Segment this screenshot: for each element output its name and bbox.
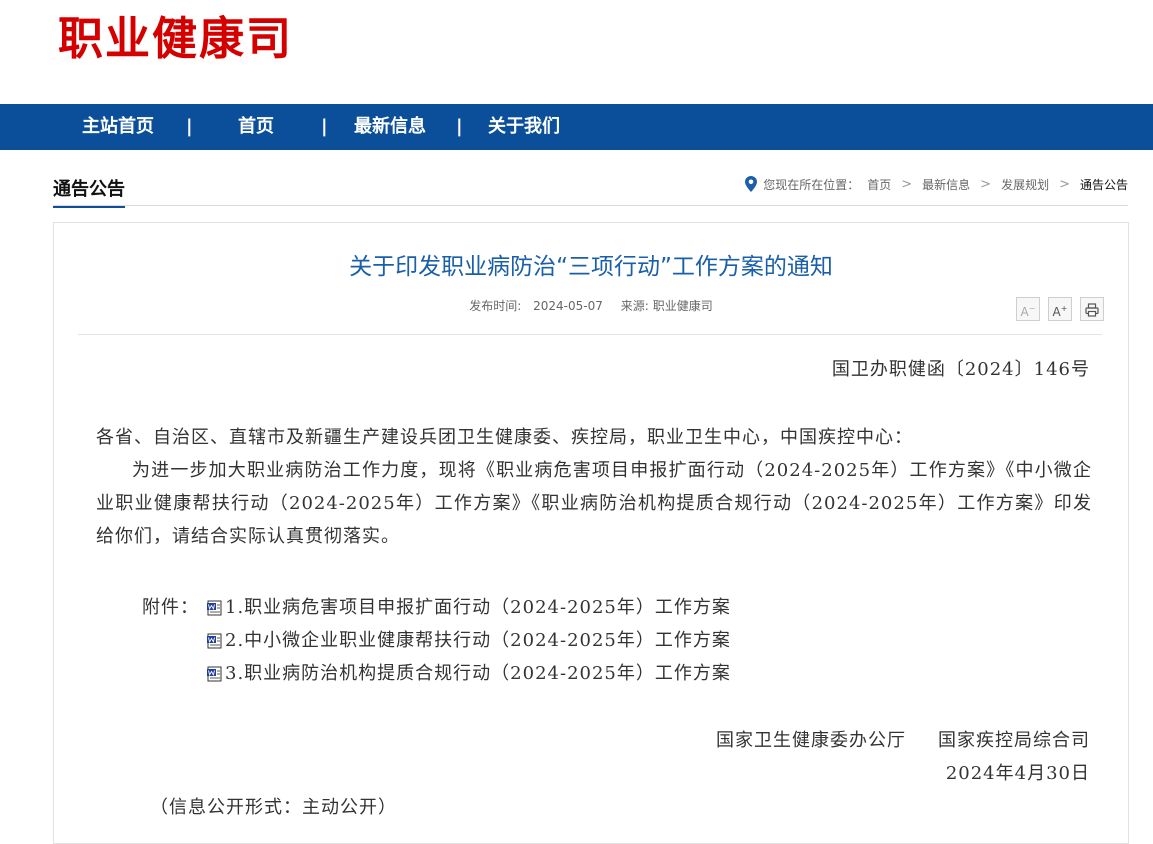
attachment-label: 2.中小微企业职业健康帮扶行动（2024-2025年）工作方案 xyxy=(225,630,731,651)
breadcrumb-item-home[interactable]: 首页 xyxy=(867,176,891,193)
publish-date: 2024-05-07 xyxy=(533,299,603,313)
disclosure-note: （信息公开形式：主动公开） xyxy=(150,797,397,818)
word-document-icon xyxy=(207,633,222,649)
signer-2: 国家疾控局综合司 xyxy=(938,730,1090,751)
nav-item-about[interactable]: 关于我们 xyxy=(488,104,560,150)
printer-icon xyxy=(1085,302,1099,317)
chevron-right-icon: > xyxy=(1059,176,1070,192)
breadcrumb: 您现在所在位置： 首页 > 最新信息 > 发展规划 > 通告公告 xyxy=(745,174,1128,194)
nav-separator: | xyxy=(456,116,463,137)
nav-item-main-home[interactable]: 主站首页 xyxy=(82,104,154,150)
title-divider xyxy=(78,334,1102,335)
attachment-link-2[interactable]: 2.中小微企业职业健康帮扶行动（2024-2025年）工作方案 xyxy=(206,624,731,657)
attachment-link-1[interactable]: 1.职业病危害项目申报扩面行动（2024-2025年）工作方案 xyxy=(206,591,731,624)
document-number: 国卫办职健函〔2024〕146号 xyxy=(831,359,1090,380)
attachment-label: 3.职业病防治机构提质合规行动（2024-2025年）工作方案 xyxy=(225,663,731,684)
attachments-label: 附件： xyxy=(142,597,199,618)
breadcrumb-item-current[interactable]: 通告公告 xyxy=(1080,176,1128,193)
font-smaller-button[interactable]: A− xyxy=(1016,297,1040,321)
font-smaller-label: A xyxy=(1020,305,1029,319)
publish-label: 发布时间: xyxy=(469,299,522,313)
font-larger-label: A xyxy=(1052,305,1061,319)
attachment-label: 1.职业病危害项目申报扩面行动（2024-2025年）工作方案 xyxy=(225,597,731,618)
article-container: 关于印发职业病防治“三项行动”工作方案的通知 发布时间: 2024-05-07 … xyxy=(53,222,1129,844)
site-title[interactable]: 职业健康司 xyxy=(58,8,293,70)
breadcrumb-item-latest[interactable]: 最新信息 xyxy=(922,176,970,193)
nav-item-home[interactable]: 首页 xyxy=(238,104,274,150)
chevron-right-icon: > xyxy=(901,176,913,192)
main-nav: 主站首页 | 首页 | 最新信息 | 关于我们 xyxy=(0,104,1153,150)
source-value: 职业健康司 xyxy=(652,299,713,313)
section-divider xyxy=(53,205,1128,206)
article-title: 关于印发职业病防治“三项行动”工作方案的通知 xyxy=(349,254,833,280)
font-larger-button[interactable]: A+ xyxy=(1048,297,1072,321)
word-document-icon xyxy=(207,666,222,682)
word-document-icon xyxy=(207,600,222,616)
article-meta: 发布时间: 2024-05-07 来源: 职业健康司 xyxy=(54,297,1128,314)
print-button[interactable] xyxy=(1080,297,1104,321)
nav-item-latest[interactable]: 最新信息 xyxy=(354,104,426,150)
body-paragraph: 为进一步加大职业病防治工作力度，现将《职业病危害项目申报扩面行动（2024-20… xyxy=(96,460,1092,547)
article-tools: A− A+ xyxy=(1016,297,1104,321)
addressee: 各省、自治区、直辖市及新疆生产建设兵团卫生健康委、疾控局，职业卫生中心，中国疾控… xyxy=(96,427,913,448)
breadcrumb-item-planning[interactable]: 发展规划 xyxy=(1001,176,1049,193)
location-pin-icon xyxy=(745,176,758,192)
attachment-link-3[interactable]: 3.职业病防治机构提质合规行动（2024-2025年）工作方案 xyxy=(206,657,731,690)
nav-separator: | xyxy=(186,116,193,137)
breadcrumb-prefix: 您现在所在位置： xyxy=(763,177,860,192)
signer-1: 国家卫生健康委办公厅 xyxy=(716,730,906,751)
section-title: 通告公告 xyxy=(53,175,125,208)
chevron-right-icon: > xyxy=(980,176,992,192)
document-date: 2024年4月30日 xyxy=(945,763,1090,784)
nav-separator: | xyxy=(321,116,328,137)
source-label: 来源: xyxy=(620,299,649,313)
signers: 国家卫生健康委办公厅 国家疾控局综合司 xyxy=(716,724,1090,757)
